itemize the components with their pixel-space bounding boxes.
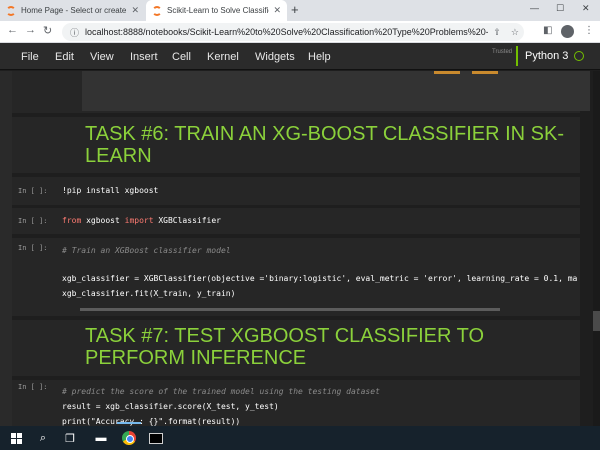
new-tab-button[interactable]: + bbox=[291, 2, 299, 17]
import-code: from xgboost import XGBClassifier bbox=[62, 216, 221, 225]
close-window-icon[interactable]: ✕ bbox=[582, 3, 590, 14]
profile-avatar-icon[interactable] bbox=[561, 25, 574, 38]
vertical-scrollbar[interactable] bbox=[593, 71, 600, 426]
output-chip bbox=[434, 71, 460, 74]
search-icon[interactable]: ⌕ bbox=[35, 430, 51, 446]
back-icon[interactable]: ← bbox=[7, 24, 18, 36]
predict-print-line: print("Accuracy : {}".format(result)) bbox=[62, 417, 241, 426]
windows-start-icon[interactable] bbox=[8, 430, 24, 446]
markdown-cell-task7[interactable]: TASK #7: TEST XGBOOST CLASSIFIER TO PERF… bbox=[12, 320, 580, 376]
markdown-cell-task6[interactable]: TASK #6: TRAIN AN XG-BOOST CLASSIFIER IN… bbox=[12, 117, 580, 173]
cell-prompt: In [ ]: bbox=[18, 244, 48, 252]
kernel-indicator: Python 3 bbox=[516, 46, 585, 66]
scrollbar-thumb[interactable] bbox=[593, 311, 600, 331]
close-tab-icon[interactable]: ✕ bbox=[273, 5, 281, 16]
windows-taskbar: ⌕ ❐ ▬ bbox=[0, 426, 600, 450]
jupyter-menubar: File Edit View Insert Cell Kernel Widget… bbox=[0, 43, 600, 70]
forward-icon[interactable]: → bbox=[25, 24, 36, 36]
train-code-line: xgb_classifier = XGBClassifier(objective… bbox=[62, 274, 578, 283]
terminal-icon[interactable] bbox=[148, 430, 164, 446]
maximize-icon[interactable]: ☐ bbox=[556, 3, 564, 14]
menu-edit[interactable]: Edit bbox=[55, 51, 74, 63]
jupyter-favicon-icon bbox=[6, 5, 16, 16]
menu-help[interactable]: Help bbox=[308, 51, 331, 63]
close-tab-icon[interactable]: ✕ bbox=[131, 5, 139, 16]
code-cell-train[interactable]: In [ ]: # Train an XGBoost classifier mo… bbox=[12, 238, 580, 316]
task6-heading: TASK #6: TRAIN AN XG-BOOST CLASSIFIER IN… bbox=[85, 123, 565, 167]
active-app-indicator bbox=[117, 422, 141, 424]
output-chip bbox=[472, 71, 498, 74]
more-menu-icon[interactable]: ⋮ bbox=[584, 25, 594, 36]
train-comment: # Train an XGBoost classifier model bbox=[62, 246, 231, 255]
tab-title: Home Page - Select or create a n bbox=[21, 6, 127, 15]
previous-cell-output bbox=[82, 71, 590, 111]
url-text: localhost:8888/notebooks/Scikit-Learn%20… bbox=[85, 27, 489, 37]
browser-toolbar: ← → ↻ ⓘ localhost:8888/notebooks/Scikit-… bbox=[0, 21, 600, 43]
train-fit-line: xgb_classifier.fit(X_train, y_train) bbox=[62, 289, 236, 298]
predict-score-line: result = xgb_classifier.score(X_test, y_… bbox=[62, 402, 279, 411]
install-code: !pip install xgboost bbox=[62, 186, 159, 195]
cell-prompt: In [ ]: bbox=[18, 217, 48, 225]
notebook-area: TASK #6: TRAIN AN XG-BOOST CLASSIFIER IN… bbox=[0, 71, 600, 426]
menu-file[interactable]: File bbox=[21, 51, 39, 63]
code-cell-install[interactable]: In [ ]: !pip install xgboost bbox=[12, 177, 580, 205]
cell-prompt: In [ ]: bbox=[18, 383, 48, 391]
task7-heading: TASK #7: TEST XGBOOST CLASSIFIER TO PERF… bbox=[85, 325, 485, 369]
file-explorer-icon[interactable]: ▬ bbox=[93, 430, 109, 446]
side-panel-icon[interactable]: ◧ bbox=[543, 25, 552, 36]
tab-home-page[interactable]: Home Page - Select or create a n ✕ bbox=[0, 0, 145, 21]
reload-icon[interactable]: ↻ bbox=[43, 24, 52, 37]
menu-cell[interactable]: Cell bbox=[172, 51, 191, 63]
trusted-indicator[interactable]: Trusted bbox=[492, 49, 512, 55]
task-view-icon[interactable]: ❐ bbox=[62, 430, 78, 446]
tab-title: Scikit-Learn to Solve Classificatio bbox=[167, 6, 269, 15]
address-bar[interactable]: ⓘ localhost:8888/notebooks/Scikit-Learn%… bbox=[62, 23, 524, 41]
cell-prompt: In [ ]: bbox=[18, 187, 48, 195]
left-gutter bbox=[0, 71, 12, 426]
menu-kernel[interactable]: Kernel bbox=[207, 51, 239, 63]
share-icon[interactable]: ⇪ bbox=[493, 27, 501, 38]
previous-cell[interactable] bbox=[12, 71, 590, 113]
code-cell-predict[interactable]: In [ ]: # predict the score of the train… bbox=[12, 380, 580, 426]
code-cell-import[interactable]: In [ ]: from xgboost import XGBClassifie… bbox=[12, 208, 580, 234]
kernel-name: Python 3 bbox=[525, 50, 569, 62]
jupyter-favicon-icon bbox=[152, 5, 162, 16]
tab-notebook[interactable]: Scikit-Learn to Solve Classificatio ✕ bbox=[146, 0, 287, 21]
menu-view[interactable]: View bbox=[90, 51, 114, 63]
horizontal-scrollbar[interactable] bbox=[80, 308, 500, 311]
bookmark-star-icon[interactable]: ☆ bbox=[511, 27, 519, 38]
kernel-idle-icon bbox=[574, 51, 585, 61]
menu-widgets[interactable]: Widgets bbox=[255, 51, 295, 63]
minimize-icon[interactable]: — bbox=[530, 3, 539, 13]
menu-insert[interactable]: Insert bbox=[130, 51, 158, 63]
site-info-icon[interactable]: ⓘ bbox=[70, 26, 79, 39]
browser-tab-strip: Home Page - Select or create a n ✕ Sciki… bbox=[0, 0, 600, 21]
predict-comment: # predict the score of the trained model… bbox=[62, 387, 380, 396]
chrome-icon[interactable] bbox=[121, 430, 137, 446]
